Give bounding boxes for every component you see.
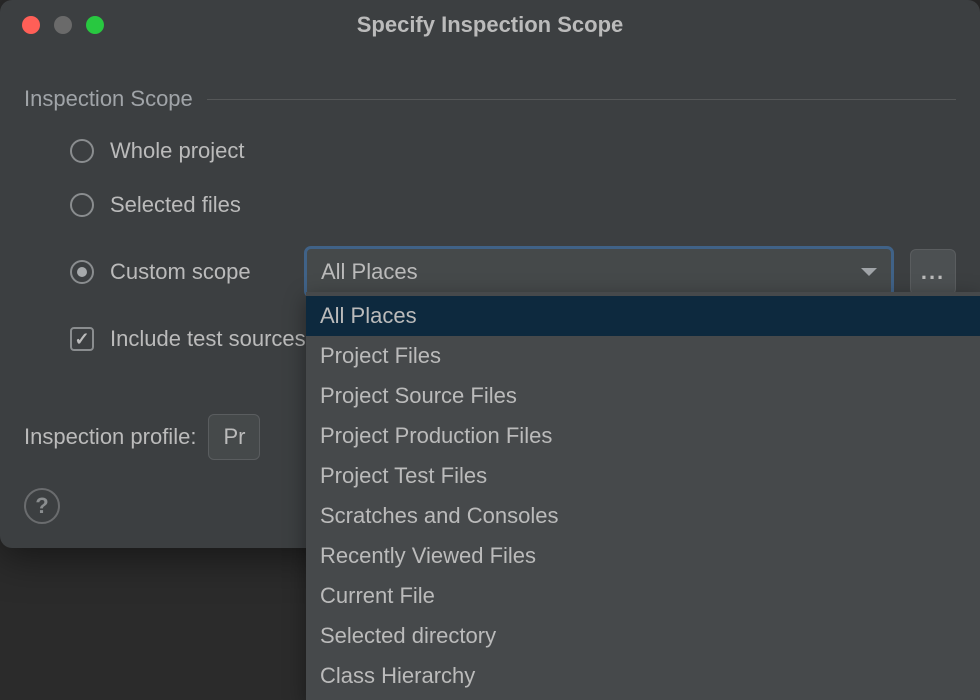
dropdown-item-project-production-files[interactable]: Project Production Files [306, 416, 980, 456]
window-controls [0, 16, 104, 34]
browse-scope-button[interactable]: ... [910, 249, 956, 295]
help-button[interactable]: ? [24, 488, 60, 524]
section-header: Inspection Scope [24, 86, 956, 112]
inspection-profile-combobox[interactable]: Pr [208, 414, 260, 460]
dropdown-item-selected-directory[interactable]: Selected directory [306, 616, 980, 656]
section-title: Inspection Scope [24, 86, 193, 112]
radio-icon [70, 193, 94, 217]
radio-whole-project[interactable]: Whole project [70, 138, 956, 164]
dropdown-item-project-source-files[interactable]: Project Source Files [306, 376, 980, 416]
radio-selected-files[interactable]: Selected files [70, 192, 956, 218]
dropdown-item-scratches-consoles[interactable]: Scratches and Consoles [306, 496, 980, 536]
dropdown-item-current-file[interactable]: Current File [306, 576, 980, 616]
dropdown-item-class-hierarchy[interactable]: Class Hierarchy [306, 656, 980, 696]
chevron-down-icon [861, 268, 877, 276]
radio-label: Whole project [110, 138, 245, 164]
custom-scope-combobox[interactable]: All Places [304, 246, 894, 298]
scope-dropdown-list: All Places Project Files Project Source … [306, 292, 980, 700]
inspection-profile-label: Inspection profile: [24, 424, 196, 450]
radio-custom-scope[interactable] [70, 260, 94, 284]
dropdown-item-recently-viewed-files[interactable]: Recently Viewed Files [306, 536, 980, 576]
radio-custom-scope-row: Custom scope All Places ... [70, 246, 956, 298]
titlebar: Specify Inspection Scope [0, 0, 980, 50]
checkbox-icon [70, 327, 94, 351]
radio-icon [70, 139, 94, 163]
dropdown-item-project-test-files[interactable]: Project Test Files [306, 456, 980, 496]
close-window-icon[interactable] [22, 16, 40, 34]
radio-label: Custom scope [110, 259, 288, 285]
combobox-value: All Places [321, 259, 418, 285]
dropdown-item-project-files[interactable]: Project Files [306, 336, 980, 376]
dropdown-item-all-places[interactable]: All Places [306, 296, 980, 336]
maximize-window-icon[interactable] [86, 16, 104, 34]
combobox-value: Pr [223, 424, 245, 450]
checkbox-label: Include test sources [110, 326, 306, 352]
radio-label: Selected files [110, 192, 241, 218]
dialog-title: Specify Inspection Scope [0, 12, 980, 38]
section-divider [207, 99, 956, 100]
minimize-window-icon[interactable] [54, 16, 72, 34]
